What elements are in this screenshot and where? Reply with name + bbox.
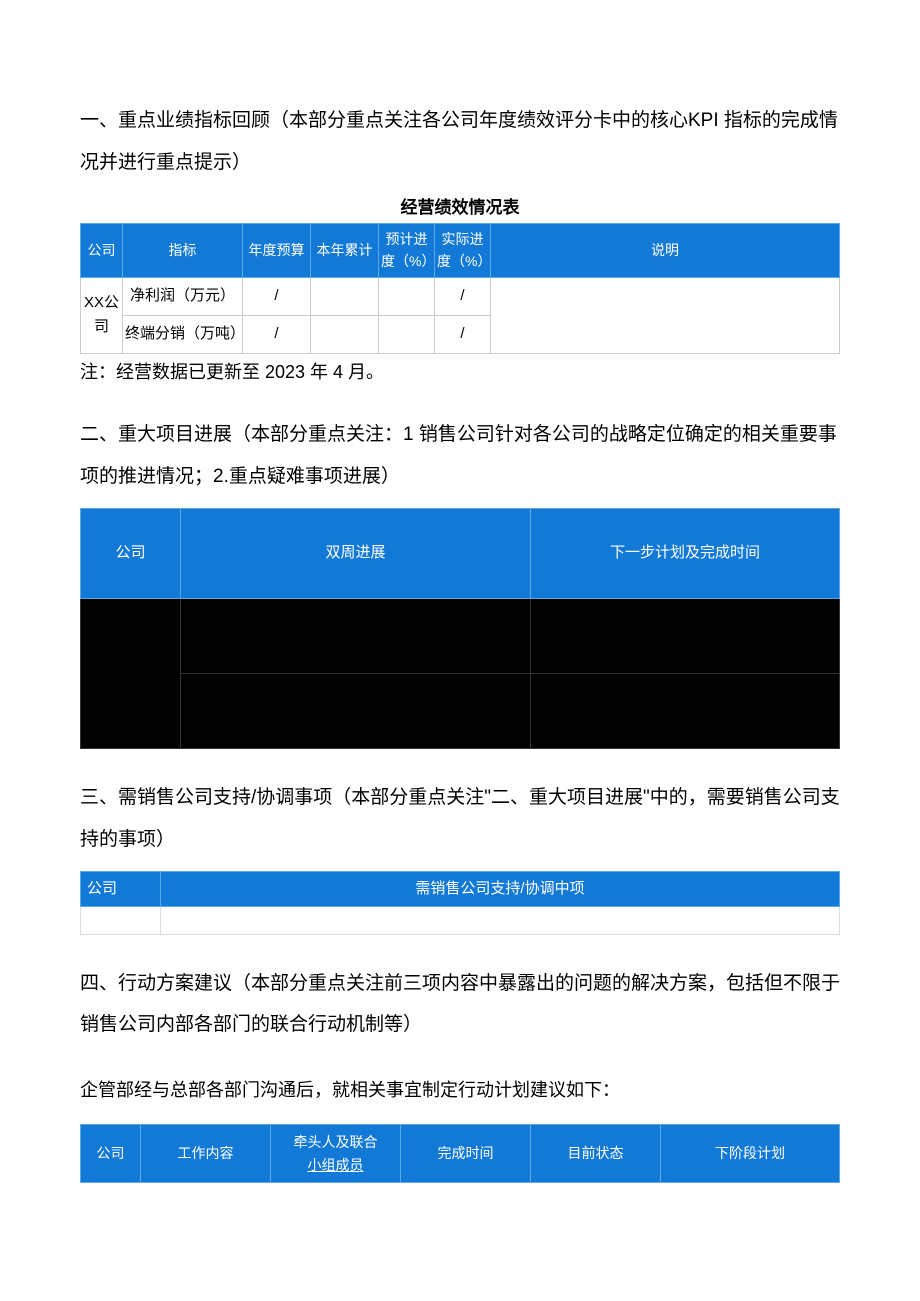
table-header-row: 公司 工作内容 牵头人及联合 小组成员 完成时间 目前状态 下阶段计划 bbox=[81, 1125, 840, 1183]
table-performance: 公司 指标 年度预算 本年累计 预计进度（%） 实际进度（%） 说明 XX公司 … bbox=[80, 223, 840, 354]
cell-progress bbox=[181, 598, 531, 673]
table-header-row: 公司 指标 年度预算 本年累计 预计进度（%） 实际进度（%） 说明 bbox=[81, 223, 840, 277]
th-company: 公司 bbox=[81, 1125, 141, 1183]
cell-ytd bbox=[311, 315, 379, 353]
th-annual-budget: 年度预算 bbox=[243, 223, 311, 277]
cell-actual: / bbox=[435, 277, 491, 315]
th-completion-time: 完成时间 bbox=[401, 1125, 531, 1183]
cell-actual: / bbox=[435, 315, 491, 353]
th-biweekly-progress: 双周进展 bbox=[181, 508, 531, 598]
th-actual-progress: 实际进度（%） bbox=[435, 223, 491, 277]
th-lead-line1: 牵头人及联合 bbox=[294, 1134, 378, 1150]
table1-note: 注：经营数据已更新至 2023 年 4 月。 bbox=[80, 358, 840, 387]
th-lead-line2: 小组成员 bbox=[308, 1157, 364, 1173]
cell-expected bbox=[379, 277, 435, 315]
th-next-plan: 下一步计划及完成时间 bbox=[531, 508, 840, 598]
cell-item bbox=[161, 906, 840, 934]
table-action-plan: 公司 工作内容 牵头人及联合 小组成员 完成时间 目前状态 下阶段计划 bbox=[80, 1124, 840, 1183]
th-next-stage-plan: 下阶段计划 bbox=[661, 1125, 840, 1183]
th-ytd: 本年累计 bbox=[311, 223, 379, 277]
cell-indicator: 终端分销（万吨） bbox=[123, 315, 243, 353]
th-company: 公司 bbox=[81, 508, 181, 598]
cell-company bbox=[81, 906, 161, 934]
table-row: XX公司 净利润（万元） / / bbox=[81, 277, 840, 315]
table-header-row: 公司 双周进展 下一步计划及完成时间 bbox=[81, 508, 840, 598]
section4-title: 四、行动方案建议（本部分重点关注前三项内容中暴露出的问题的解决方案，包括但不限于… bbox=[80, 963, 840, 1047]
table-row bbox=[81, 673, 840, 748]
th-description: 说明 bbox=[491, 223, 840, 277]
cell-company bbox=[81, 598, 181, 748]
th-work-content: 工作内容 bbox=[141, 1125, 271, 1183]
th-lead-members: 牵头人及联合 小组成员 bbox=[271, 1125, 401, 1183]
section1-title: 一、重点业绩指标回顾（本部分重点关注各公司年度绩效评分卡中的核心KPI 指标的完… bbox=[80, 100, 840, 184]
cell-budget: / bbox=[243, 277, 311, 315]
th-current-status: 目前状态 bbox=[531, 1125, 661, 1183]
th-indicator: 指标 bbox=[123, 223, 243, 277]
cell-ytd bbox=[311, 277, 379, 315]
section3-title: 三、需销售公司支持/协调事项（本部分重点关注"二、重大项目进展"中的，需要销售公… bbox=[80, 777, 840, 861]
cell-next bbox=[531, 673, 840, 748]
cell-budget: / bbox=[243, 315, 311, 353]
table-support-items: 公司 需销售公司支持/协调中项 bbox=[80, 871, 840, 935]
th-support-item: 需销售公司支持/协调中项 bbox=[161, 871, 840, 906]
cell-progress bbox=[181, 673, 531, 748]
table-row bbox=[81, 598, 840, 673]
section4-body-text: 企管部经与总部各部门沟通后，就相关事宜制定行动计划建议如下： bbox=[80, 1072, 840, 1108]
section2-title: 二、重大项目进展（本部分重点关注：1 销售公司针对各公司的战略定位确定的相关重要… bbox=[80, 414, 840, 498]
cell-company: XX公司 bbox=[81, 277, 123, 353]
cell-expected bbox=[379, 315, 435, 353]
table-header-row: 公司 需销售公司支持/协调中项 bbox=[81, 871, 840, 906]
table-row bbox=[81, 906, 840, 934]
cell-next bbox=[531, 598, 840, 673]
table1-caption: 经营绩效情况表 bbox=[80, 194, 840, 221]
th-expected-progress: 预计进度（%） bbox=[379, 223, 435, 277]
cell-indicator: 净利润（万元） bbox=[123, 277, 243, 315]
th-company: 公司 bbox=[81, 223, 123, 277]
table-major-projects: 公司 双周进展 下一步计划及完成时间 bbox=[80, 508, 840, 749]
cell-description bbox=[491, 277, 840, 353]
th-company: 公司 bbox=[81, 871, 161, 906]
